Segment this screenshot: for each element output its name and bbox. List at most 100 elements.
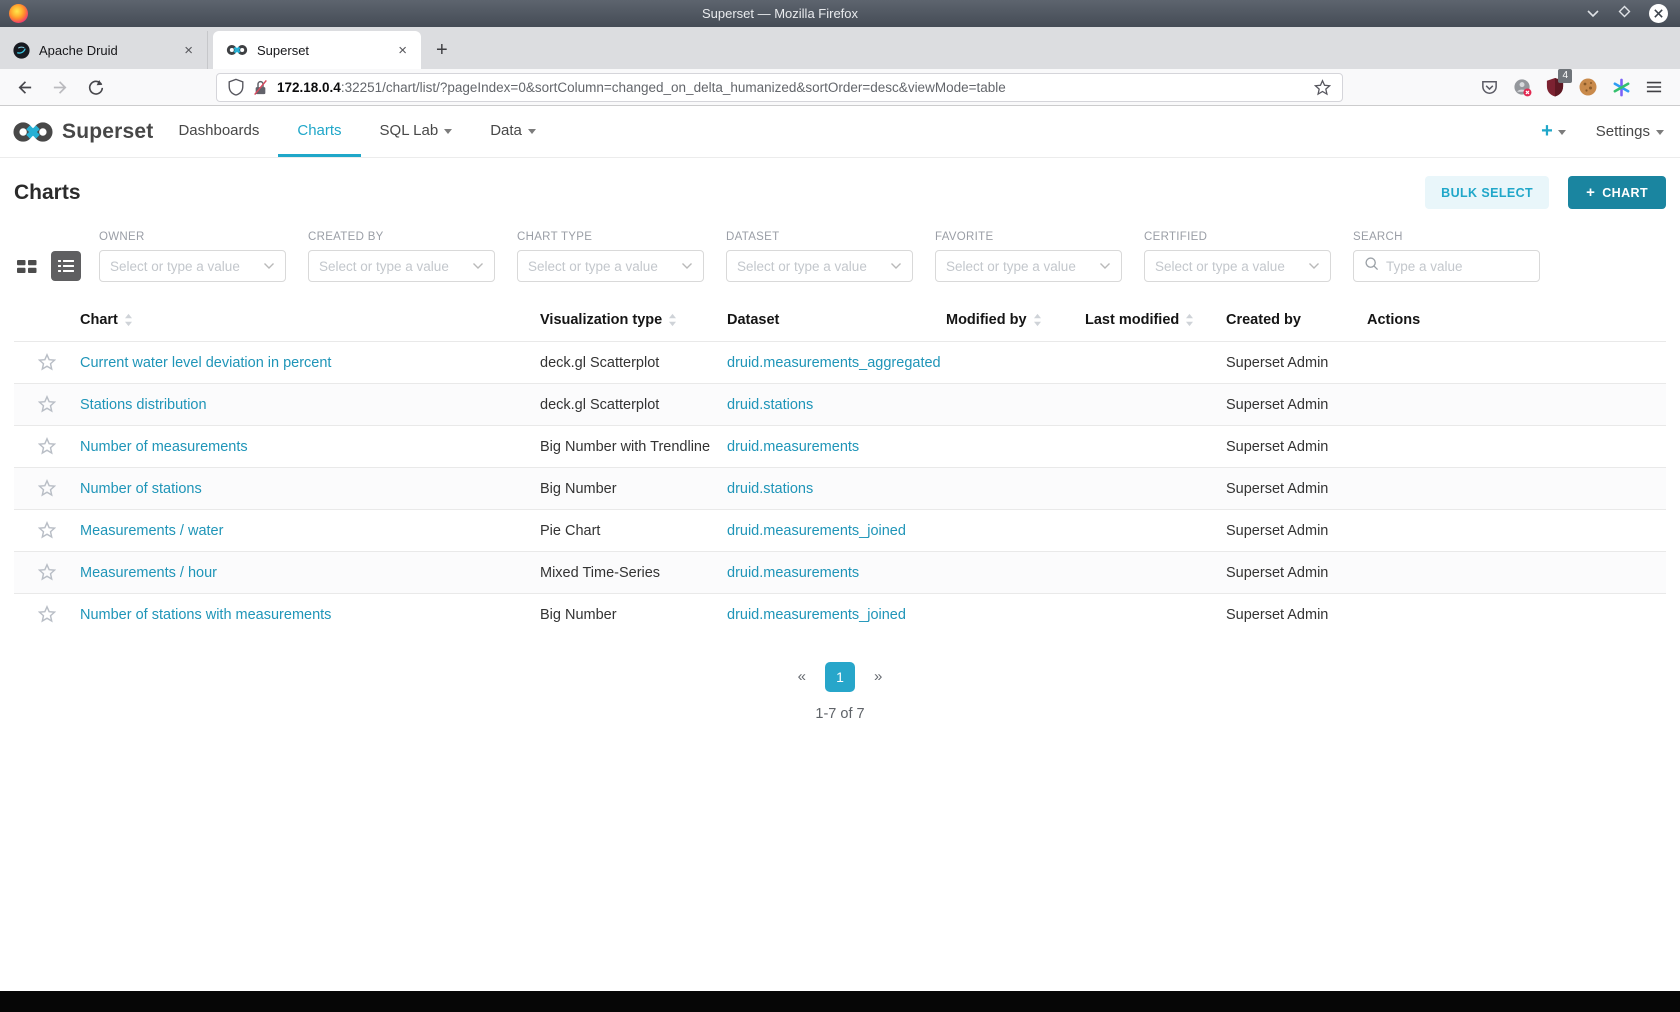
- sort-icon: [1186, 313, 1194, 327]
- actions-cell: [1367, 383, 1666, 426]
- favorite-star-icon[interactable]: [38, 521, 56, 539]
- tab-label: Apache Druid: [39, 42, 118, 58]
- new-chart-button[interactable]: + CHART: [1568, 176, 1666, 209]
- url-text: 172.18.0.4:32251/chart/list/?pageIndex=0…: [277, 80, 1305, 95]
- tab-close-icon[interactable]: ×: [180, 41, 197, 60]
- filter-group: OWNER Select or type a value: [99, 231, 286, 282]
- table-row: Number of stations with measurements Big…: [14, 593, 1666, 636]
- column-header[interactable]: Last modified: [1085, 296, 1226, 342]
- favorite-star-icon[interactable]: [38, 395, 56, 413]
- tab-strip: Apache Druid × Superset × +: [0, 27, 1680, 69]
- filter-select[interactable]: Select or type a value: [517, 250, 704, 282]
- dataset-link[interactable]: druid.stations: [727, 397, 813, 413]
- dataset-link[interactable]: druid.measurements: [727, 565, 859, 581]
- reload-button[interactable]: [84, 78, 108, 96]
- settings-menu[interactable]: Settings: [1596, 123, 1664, 140]
- bookmark-star-icon[interactable]: [1314, 78, 1331, 96]
- privacy-extension-icon[interactable]: [1513, 78, 1532, 97]
- next-page-button[interactable]: »: [864, 662, 892, 691]
- modified-by-cell: [946, 467, 1085, 510]
- chart-link[interactable]: Current water level deviation in percent: [80, 355, 331, 371]
- modified-by-cell: [946, 341, 1085, 384]
- created-by-cell: Superset Admin: [1226, 425, 1367, 468]
- minimize-button[interactable]: [1586, 5, 1600, 23]
- close-button[interactable]: [1649, 4, 1668, 23]
- filter-label: CHART TYPE: [517, 231, 593, 243]
- browser-tab[interactable]: Apache Druid ×: [0, 31, 208, 69]
- search-input[interactable]: Type a value: [1353, 250, 1540, 282]
- menu-hamburger-icon[interactable]: [1645, 79, 1663, 95]
- list-view-toggle[interactable]: [51, 251, 81, 281]
- chart-link[interactable]: Measurements / water: [80, 523, 223, 539]
- new-tab-button[interactable]: +: [421, 39, 463, 65]
- nav-item-charts[interactable]: Charts: [278, 106, 361, 157]
- tracking-shield-icon[interactable]: [228, 78, 244, 96]
- visualization-type-cell: Pie Chart: [540, 509, 727, 552]
- tab-close-icon[interactable]: ×: [394, 41, 411, 60]
- nav-item-sql-lab[interactable]: SQL Lab: [361, 106, 472, 157]
- filter-placeholder: Select or type a value: [946, 258, 1076, 274]
- card-view-toggle[interactable]: [14, 256, 40, 277]
- forward-button[interactable]: [48, 78, 72, 97]
- column-header[interactable]: Chart: [80, 296, 540, 342]
- table-row: Number of stations Big Number druid.stat…: [14, 467, 1666, 510]
- actions-cell: [1367, 425, 1666, 468]
- favorite-star-icon[interactable]: [38, 563, 56, 581]
- page-button-1[interactable]: 1: [825, 661, 855, 692]
- filter-label: SEARCH: [1353, 231, 1403, 243]
- insecure-lock-icon[interactable]: [253, 79, 268, 96]
- last-modified-cell: [1085, 509, 1226, 552]
- pocket-icon[interactable]: [1480, 78, 1499, 97]
- filter-group: SEARCH Type a value: [1353, 231, 1540, 282]
- filter-select[interactable]: Select or type a value: [935, 250, 1122, 282]
- tab-label: Superset: [257, 42, 310, 58]
- column-header: Dataset: [727, 312, 780, 328]
- window-title: Superset — Mozilla Firefox: [701, 6, 859, 21]
- bulk-select-button[interactable]: BULK SELECT: [1425, 176, 1550, 209]
- filter-group: DATASET Select or type a value: [726, 231, 913, 282]
- favorite-star-icon[interactable]: [38, 353, 56, 371]
- column-header[interactable]: Modified by: [946, 296, 1085, 342]
- chart-link[interactable]: Number of stations: [80, 481, 202, 497]
- new-item-menu[interactable]: +: [1541, 120, 1566, 143]
- filter-select[interactable]: Select or type a value: [726, 250, 913, 282]
- dataset-link[interactable]: druid.measurements_joined: [727, 523, 906, 539]
- last-modified-cell: [1085, 383, 1226, 426]
- favorite-star-icon[interactable]: [38, 605, 56, 623]
- asterisk-extension-icon[interactable]: [1612, 78, 1631, 97]
- favorite-star-icon[interactable]: [38, 479, 56, 497]
- filter-placeholder: Select or type a value: [110, 258, 240, 274]
- filter-group: CREATED BY Select or type a value: [308, 231, 495, 282]
- dataset-link[interactable]: druid.stations: [727, 481, 813, 497]
- chart-link[interactable]: Measurements / hour: [80, 565, 217, 581]
- page-title: Charts: [14, 180, 81, 204]
- filter-select[interactable]: Select or type a value: [308, 250, 495, 282]
- browser-tab[interactable]: Superset ×: [213, 31, 421, 69]
- chart-link[interactable]: Stations distribution: [80, 397, 207, 413]
- favorite-star-icon[interactable]: [38, 437, 56, 455]
- previous-page-button[interactable]: «: [788, 662, 816, 691]
- brand-name: Superset: [62, 119, 154, 143]
- chart-link[interactable]: Number of stations with measurements: [80, 607, 331, 623]
- caret-down-icon: [444, 128, 453, 134]
- chevron-down-icon: [1099, 262, 1111, 270]
- filter-select[interactable]: Select or type a value: [1144, 250, 1331, 282]
- superset-brand[interactable]: Superset: [12, 106, 153, 157]
- back-button[interactable]: [12, 78, 36, 97]
- chart-link[interactable]: Number of measurements: [80, 439, 248, 455]
- filter-select[interactable]: Select or type a value: [99, 250, 286, 282]
- plus-icon: +: [1541, 120, 1553, 142]
- maximize-button[interactable]: [1618, 5, 1631, 23]
- nav-item-data[interactable]: Data: [471, 106, 555, 157]
- column-header[interactable]: Visualization type: [540, 296, 727, 342]
- adblock-shield-icon[interactable]: 4: [1546, 69, 1572, 97]
- dataset-link[interactable]: druid.measurements_aggregated: [727, 355, 941, 371]
- pagination: « 1 »: [0, 661, 1680, 692]
- nav-item-dashboards[interactable]: Dashboards: [159, 106, 278, 157]
- url-bar[interactable]: 172.18.0.4:32251/chart/list/?pageIndex=0…: [216, 72, 1343, 102]
- cookie-extension-icon[interactable]: [1578, 77, 1598, 97]
- list-icon: [58, 260, 74, 272]
- dataset-link[interactable]: druid.measurements_joined: [727, 607, 906, 623]
- filter-group: FAVORITE Select or type a value: [935, 231, 1122, 282]
- dataset-link[interactable]: druid.measurements: [727, 439, 859, 455]
